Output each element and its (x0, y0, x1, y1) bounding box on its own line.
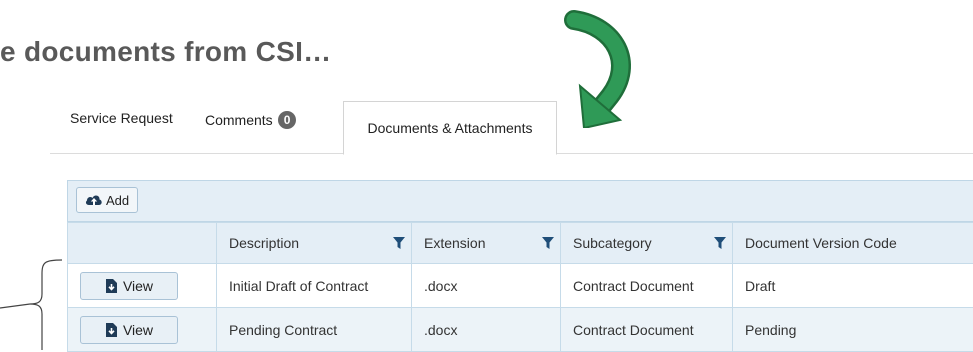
add-button-label: Add (106, 193, 129, 208)
version-code-cell: Pending (733, 308, 973, 352)
grid-toolbar: Add (67, 181, 973, 222)
add-button[interactable]: Add (76, 187, 138, 213)
cloud-upload-icon (85, 193, 103, 207)
description-cell: Initial Draft of Contract (217, 264, 412, 308)
column-header-actions (68, 223, 217, 264)
document-download-icon (105, 279, 118, 293)
tab-service-request[interactable]: Service Request (70, 92, 173, 144)
column-header-description[interactable]: Description (217, 223, 412, 264)
subcategory-cell: Contract Document (561, 308, 733, 352)
table-row: View Initial Draft of Contract .docx Con… (68, 264, 973, 308)
column-header-extension[interactable]: Extension (412, 223, 561, 264)
tab-comments[interactable]: Comments 0 (205, 94, 296, 146)
documents-grid: Add Description Extension Subcategory (67, 180, 973, 352)
tab-bar: Service Request Comments 0 Documents & A… (50, 100, 973, 154)
comments-count-badge: 0 (278, 111, 297, 129)
view-button-label: View (123, 278, 153, 294)
documents-table: Description Extension Subcategory Docume… (67, 222, 973, 352)
filter-icon[interactable] (714, 237, 726, 249)
tab-documents-attachments[interactable]: Documents & Attachments (343, 101, 557, 155)
table-row: View Pending Contract .docx Contract Doc… (68, 308, 973, 352)
subcategory-cell: Contract Document (561, 264, 733, 308)
table-header-row: Description Extension Subcategory Docume… (68, 223, 973, 264)
document-download-icon (105, 323, 118, 337)
view-button[interactable]: View (80, 316, 178, 344)
extension-cell: .docx (412, 264, 561, 308)
extension-cell: .docx (412, 308, 561, 352)
action-cell: View (68, 264, 217, 308)
column-header-subcategory[interactable]: Subcategory (561, 223, 733, 264)
description-cell: Pending Contract (217, 308, 412, 352)
tab-label: Documents & Attachments (368, 120, 533, 136)
column-header-document-version-code[interactable]: Document Version Code (733, 223, 973, 264)
filter-icon[interactable] (542, 237, 554, 249)
headline-text: e documents from CSI… (0, 36, 331, 68)
view-button-label: View (123, 322, 153, 338)
action-cell: View (68, 308, 217, 352)
view-button[interactable]: View (80, 272, 178, 300)
tab-label: Service Request (70, 110, 173, 126)
version-code-cell: Draft (733, 264, 973, 308)
curly-brace-annotation (0, 258, 70, 350)
tab-label: Comments (205, 112, 273, 128)
filter-icon[interactable] (393, 237, 405, 249)
